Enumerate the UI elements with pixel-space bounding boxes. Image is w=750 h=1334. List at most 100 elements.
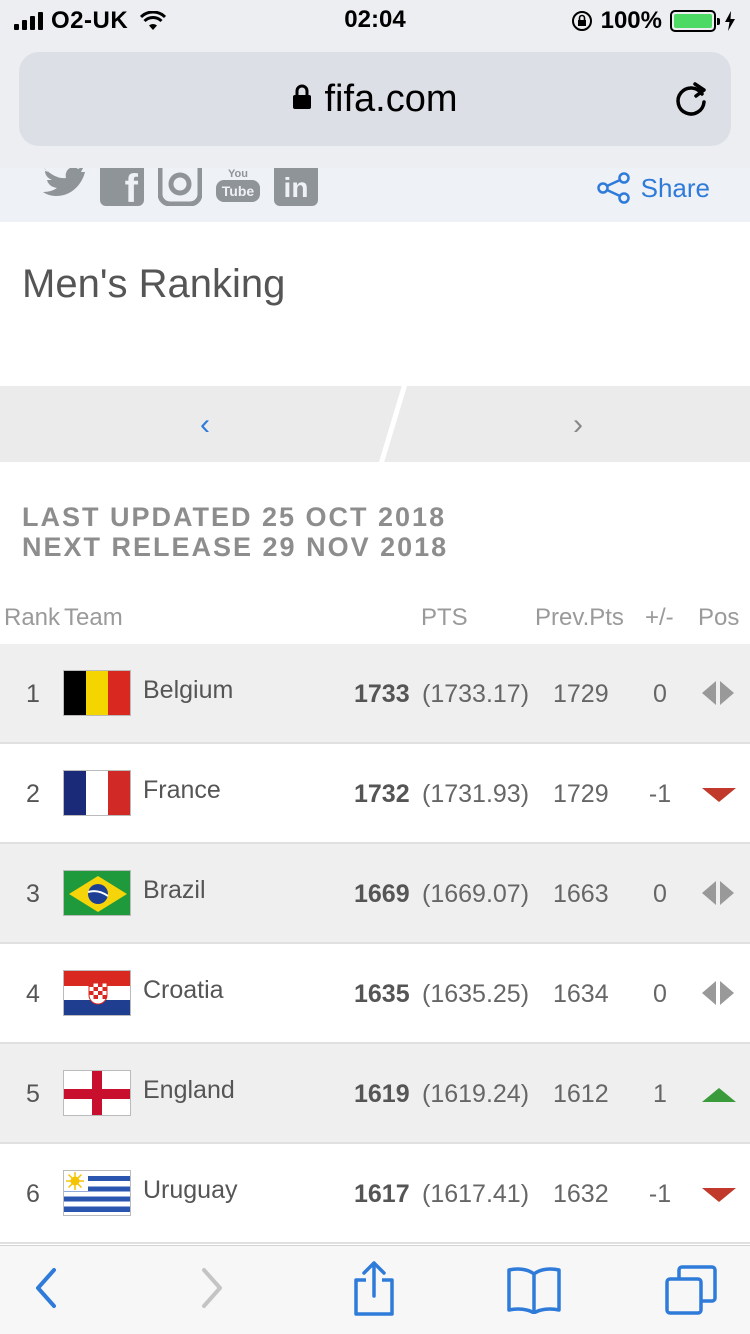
next-release: NEXT RELEASE 29 NOV 2018 [22,532,449,562]
table-row[interactable]: 1 Belgium 1733 (1733.17) 1729 0 [0,644,750,744]
battery-percent: 100% [600,7,662,34]
team-name[interactable]: England [143,1076,235,1105]
brazil-flag-graphic [69,876,127,912]
lock-icon [293,84,312,109]
charging-icon [725,11,735,31]
change-cell: 0 [653,880,667,908]
rank-cell: 2 [26,780,40,808]
exact-points-cell: (1617.41) [422,1180,530,1208]
team-name[interactable]: Uruguay [143,1176,238,1205]
change-cell: -1 [648,780,672,808]
twitter-icon[interactable] [42,168,86,198]
pager-divider [378,384,408,464]
orientation-lock-icon [571,11,592,31]
change-cell: 1 [653,1080,667,1108]
table-row[interactable]: 6 Uruguay 1617 (1617.41) 1632 -1 [0,1144,750,1244]
status-bar: O2-UK 02:04 100% [0,0,750,40]
url-text: fifa.com [324,78,458,120]
position-down-icon [702,788,736,802]
address-bar[interactable]: fifa.com [19,52,731,146]
team-name[interactable]: Croatia [143,976,224,1005]
exact-points-cell: (1669.07) [422,880,530,908]
previous-points-cell: 1729 [553,780,609,808]
team-name[interactable]: Belgium [143,676,233,705]
exact-points-cell: (1635.25) [422,980,530,1008]
back-icon[interactable] [32,1266,60,1310]
position-unchanged-icon [702,881,734,905]
forward-icon[interactable] [198,1266,226,1310]
change-cell: -1 [648,1180,672,1208]
header-change[interactable]: +/- [645,604,674,632]
previous-points-cell: 1612 [553,1080,609,1108]
battery-icon [670,10,720,32]
youtube-icon[interactable]: You Tube [216,168,260,206]
rank-cell: 1 [26,680,40,708]
team-name[interactable]: Brazil [143,876,206,905]
header-prev-pts[interactable]: Prev.Pts [535,604,624,632]
previous-points-cell: 1663 [553,880,609,908]
header-pts[interactable]: PTS [421,604,468,632]
status-right: 100% [571,7,736,35]
table-row[interactable]: 3 Brazil 1669 (1669.07) 1663 0 [0,844,750,944]
share-button[interactable]: Share [596,172,710,204]
uruguay-flag-icon [63,1170,131,1216]
table-row[interactable]: 2 France 1732 (1731.93) 1729 -1 [0,744,750,844]
social-strip: f You Tube in Share [0,168,750,222]
rank-cell: 4 [26,980,40,1008]
exact-points-cell: (1619.24) [422,1080,530,1108]
tabs-icon[interactable] [664,1264,718,1316]
exact-points-cell: (1731.93) [422,780,530,808]
share-label: Share [640,172,710,203]
uruguay-sun [66,1172,84,1190]
brazil-flag-icon [63,870,131,916]
rank-cell: 6 [26,1180,40,1208]
header-team[interactable]: Team [64,604,123,632]
belgium-flag-icon [63,670,131,716]
header-pos[interactable]: Pos [698,604,739,632]
england-flag-icon [63,1070,131,1116]
table-row[interactable]: 4 Croatia 1635 (1635.25) 1634 0 [0,944,750,1044]
instagram-icon[interactable] [158,168,202,206]
next-ranking-button[interactable]: › [563,408,593,442]
youtube-top-label: You [228,168,248,180]
points-cell: 1732 [354,780,410,808]
rank-cell: 3 [26,880,40,908]
points-cell: 1733 [354,680,410,708]
change-cell: 0 [653,680,667,708]
table-row[interactable]: 5 England 1619 (1619.24) 1612 1 [0,1044,750,1144]
previous-ranking-button[interactable]: ‹ [190,408,220,442]
previous-points-cell: 1634 [553,980,609,1008]
url-display[interactable]: fifa.com [19,78,731,121]
youtube-bottom-label: Tube [221,183,255,199]
linkedin-label: in [283,172,309,203]
header-rank[interactable]: Rank [4,604,60,632]
previous-points-cell: 1632 [553,1180,609,1208]
last-updated: LAST UPDATED 25 OCT 2018 [22,502,447,532]
linkedin-icon[interactable]: in [274,168,318,206]
previous-points-cell: 1729 [553,680,609,708]
facebook-icon[interactable]: f [100,168,144,211]
share-icon[interactable] [352,1260,396,1316]
bookmarks-icon[interactable] [506,1266,562,1314]
browser-toolbar [0,1245,750,1334]
croatia-flag-icon [63,970,131,1016]
ranking-pager: ‹ › [0,384,750,464]
table-header: Rank Team PTS Prev.Pts +/- Pos [0,604,750,640]
browser-chrome: fifa.com [0,40,750,168]
france-flag-icon [63,770,131,816]
exact-points-cell: (1733.17) [422,680,530,708]
page-title: Men's Ranking [22,262,286,306]
points-cell: 1635 [354,980,410,1008]
croatia-shield [88,982,108,1005]
position-up-icon [702,1088,736,1102]
points-cell: 1619 [354,1080,410,1108]
position-unchanged-icon [702,981,734,1005]
share-nodes-icon [596,172,630,204]
points-cell: 1669 [354,880,410,908]
team-name[interactable]: France [143,776,221,805]
change-cell: 0 [653,980,667,1008]
position-down-icon [702,1188,736,1202]
points-cell: 1617 [354,1180,410,1208]
ranking-table: 1 Belgium 1733 (1733.17) 1729 0 2 France… [0,644,750,1244]
reload-icon[interactable] [673,80,709,118]
